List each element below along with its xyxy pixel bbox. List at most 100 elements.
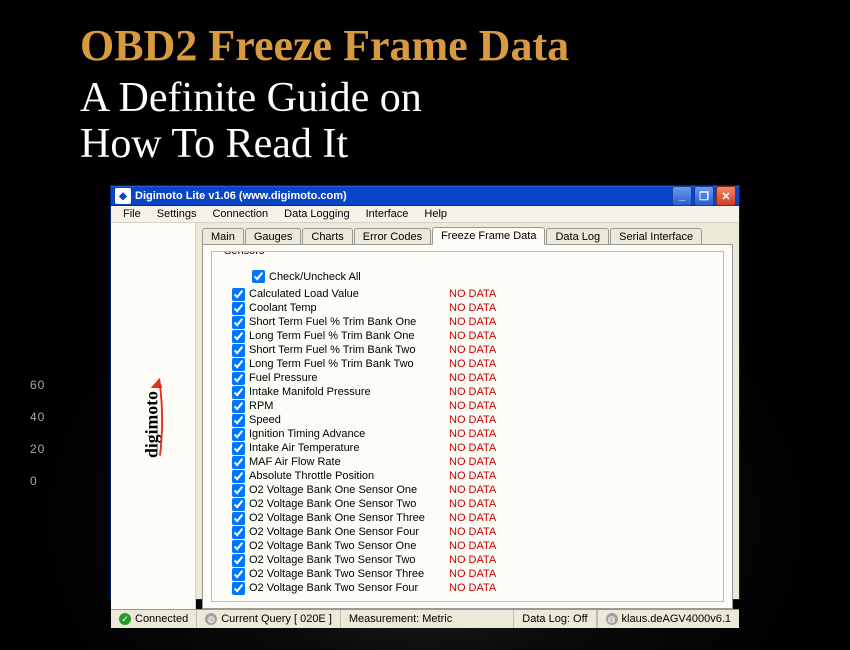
sensor-name: Intake Air Temperature — [249, 442, 449, 454]
sensor-name: Calculated Load Value — [249, 288, 449, 300]
sensor-row: O2 Voltage Bank One Sensor OneNO DATA — [222, 483, 713, 497]
tab-panel-freeze-frame: Sensors Check/Uncheck All Calculated Loa… — [202, 244, 733, 609]
background-gauge: 60 40 20 0 — [30, 360, 45, 488]
sensor-checkbox[interactable] — [232, 428, 245, 441]
database-icon: ◍ — [205, 613, 217, 625]
sensor-name: O2 Voltage Bank One Sensor Two — [249, 498, 449, 510]
sensor-value: NO DATA — [449, 330, 496, 342]
sensor-row: Calculated Load ValueNO DATA — [222, 287, 713, 301]
sensor-row: O2 Voltage Bank Two Sensor OneNO DATA — [222, 539, 713, 553]
menu-file[interactable]: File — [115, 206, 149, 222]
sensor-name: Short Term Fuel % Trim Bank Two — [249, 344, 449, 356]
status-query: ◍ Current Query [ 020E ] — [197, 610, 341, 628]
tab-serial-interface[interactable]: Serial Interface — [610, 228, 702, 245]
status-connected: ✓ Connected — [111, 610, 197, 628]
sensor-value: NO DATA — [449, 316, 496, 328]
sensor-value: NO DATA — [449, 358, 496, 370]
sensor-name: O2 Voltage Bank One Sensor One — [249, 484, 449, 496]
tab-freeze-frame-data[interactable]: Freeze Frame Data — [432, 227, 545, 245]
menu-connection[interactable]: Connection — [204, 206, 276, 222]
check-all-row: Check/Uncheck All — [252, 270, 713, 283]
sensor-value: NO DATA — [449, 288, 496, 300]
sensor-row: O2 Voltage Bank Two Sensor ThreeNO DATA — [222, 567, 713, 581]
sensor-value: NO DATA — [449, 470, 496, 482]
tab-charts[interactable]: Charts — [302, 228, 352, 245]
groupbox-label: Sensors — [220, 251, 268, 257]
titlebar[interactable]: ◆ Digimoto Lite v1.06 (www.digimoto.com)… — [111, 186, 739, 206]
sensor-checkbox[interactable] — [232, 358, 245, 371]
status-query-label: Current Query [ 020E ] — [221, 613, 332, 625]
sensor-checkbox[interactable] — [232, 526, 245, 539]
sensor-checkbox[interactable] — [232, 470, 245, 483]
sensor-row: SpeedNO DATA — [222, 413, 713, 427]
sensor-name: O2 Voltage Bank Two Sensor Two — [249, 554, 449, 566]
app-window: ◆ Digimoto Lite v1.06 (www.digimoto.com)… — [110, 185, 740, 600]
sensor-value: NO DATA — [449, 540, 496, 552]
sidebar-logo: digimoto — [111, 223, 196, 609]
sensor-checkbox[interactable] — [232, 372, 245, 385]
sensor-value: NO DATA — [449, 526, 496, 538]
sensor-name: O2 Voltage Bank Two Sensor One — [249, 540, 449, 552]
sensor-checkbox[interactable] — [232, 414, 245, 427]
sensor-checkbox[interactable] — [232, 288, 245, 301]
tab-gauges[interactable]: Gauges — [245, 228, 302, 245]
menu-settings[interactable]: Settings — [149, 206, 205, 222]
tab-main[interactable]: Main — [202, 228, 244, 245]
driver-icon: ◍ — [606, 613, 618, 625]
sensor-checkbox[interactable] — [232, 582, 245, 595]
sensor-value: NO DATA — [449, 498, 496, 510]
sensor-checkbox[interactable] — [232, 498, 245, 511]
sensor-checkbox[interactable] — [232, 386, 245, 399]
sensor-checkbox[interactable] — [232, 344, 245, 357]
tab-error-codes[interactable]: Error Codes — [354, 228, 431, 245]
menu-data-logging[interactable]: Data Logging — [276, 206, 357, 222]
sensor-name: Fuel Pressure — [249, 372, 449, 384]
status-driver-label: klaus.deAGV4000v6.1 — [622, 613, 731, 625]
sensor-checkbox[interactable] — [232, 568, 245, 581]
sensor-name: Ignition Timing Advance — [249, 428, 449, 440]
sensor-name: Intake Manifold Pressure — [249, 386, 449, 398]
sensor-checkbox[interactable] — [232, 540, 245, 553]
check-all-label: Check/Uncheck All — [269, 271, 361, 283]
sensor-checkbox[interactable] — [232, 302, 245, 315]
sensor-row: Fuel PressureNO DATA — [222, 371, 713, 385]
sensor-value: NO DATA — [449, 582, 496, 594]
menubar: FileSettingsConnectionData LoggingInterf… — [111, 206, 739, 223]
status-measurement: Measurement: Metric — [341, 610, 514, 628]
sensor-row: Ignition Timing AdvanceNO DATA — [222, 427, 713, 441]
sensor-row: Intake Air TemperatureNO DATA — [222, 441, 713, 455]
status-datalog: Data Log: Off — [514, 610, 596, 628]
window-title: Digimoto Lite v1.06 (www.digimoto.com) — [135, 190, 670, 202]
sensor-value: NO DATA — [449, 484, 496, 496]
sensor-checkbox[interactable] — [232, 316, 245, 329]
sensor-value: NO DATA — [449, 456, 496, 468]
sensor-list: Calculated Load ValueNO DATACoolant Temp… — [222, 287, 713, 595]
app-icon: ◆ — [115, 188, 131, 204]
close-button[interactable]: ✕ — [716, 186, 736, 206]
sensor-name: Long Term Fuel % Trim Bank Two — [249, 358, 449, 370]
sensor-checkbox[interactable] — [232, 456, 245, 469]
sensor-value: NO DATA — [449, 428, 496, 440]
sensor-value: NO DATA — [449, 386, 496, 398]
article-title: OBD2 Freeze Frame Data — [80, 20, 569, 71]
check-all-checkbox[interactable] — [252, 270, 265, 283]
menu-help[interactable]: Help — [416, 206, 455, 222]
sensor-checkbox[interactable] — [232, 330, 245, 343]
status-measurement-label: Measurement: Metric — [349, 613, 452, 625]
sensor-checkbox[interactable] — [232, 484, 245, 497]
sensor-name: O2 Voltage Bank Two Sensor Three — [249, 568, 449, 580]
minimize-button[interactable]: _ — [672, 186, 692, 206]
sensor-row: Short Term Fuel % Trim Bank OneNO DATA — [222, 315, 713, 329]
logo-arrow-icon — [151, 379, 163, 388]
tab-data-log[interactable]: Data Log — [546, 228, 609, 245]
menu-interface[interactable]: Interface — [358, 206, 417, 222]
sensor-checkbox[interactable] — [232, 554, 245, 567]
maximize-button[interactable]: ❐ — [694, 186, 714, 206]
sensor-checkbox[interactable] — [232, 512, 245, 525]
sensor-value: NO DATA — [449, 442, 496, 454]
sensor-value: NO DATA — [449, 302, 496, 314]
statusbar: ✓ Connected ◍ Current Query [ 020E ] Mea… — [111, 609, 739, 628]
sensor-checkbox[interactable] — [232, 400, 245, 413]
sensor-name: Speed — [249, 414, 449, 426]
sensor-checkbox[interactable] — [232, 442, 245, 455]
